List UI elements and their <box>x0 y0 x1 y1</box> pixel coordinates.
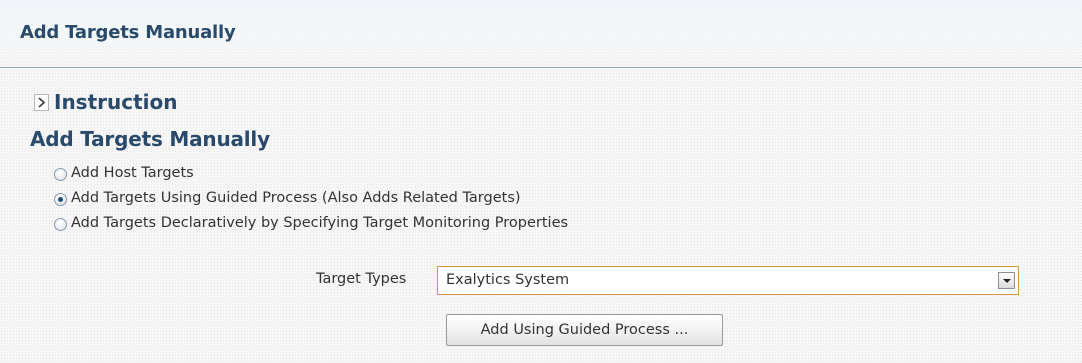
radio-button[interactable] <box>54 167 67 181</box>
page-title: Add Targets Manually <box>20 22 236 43</box>
radio-label[interactable]: Add Targets Using Guided Process (Also A… <box>71 190 521 206</box>
radio-label[interactable]: Add Targets Declaratively by Specifying … <box>71 215 568 231</box>
radio-label[interactable]: Add Host Targets <box>71 165 194 181</box>
add-method-radio-group: Add Host Targets Add Targets Using Guide… <box>54 160 568 235</box>
chevron-right-icon[interactable] <box>34 93 49 111</box>
page-header: Add Targets Manually <box>0 0 1082 68</box>
target-types-label: Target Types <box>316 271 407 287</box>
section-title: Add Targets Manually <box>30 127 270 151</box>
radio-button-selected[interactable] <box>54 192 67 206</box>
radio-button[interactable] <box>54 217 67 231</box>
target-types-select[interactable]: Exalytics System <box>437 266 1019 295</box>
radio-option-declarative[interactable]: Add Targets Declaratively by Specifying … <box>54 210 568 235</box>
instruction-toggle[interactable]: Instruction <box>34 90 178 114</box>
add-using-guided-process-button[interactable]: Add Using Guided Process ... <box>446 314 723 346</box>
chevron-down-icon[interactable] <box>998 272 1015 289</box>
radio-option-guided-process[interactable]: Add Targets Using Guided Process (Also A… <box>54 185 568 210</box>
target-types-selected-value[interactable]: Exalytics System <box>446 272 569 288</box>
radio-option-add-host-targets[interactable]: Add Host Targets <box>54 160 568 185</box>
instruction-label[interactable]: Instruction <box>54 90 178 114</box>
